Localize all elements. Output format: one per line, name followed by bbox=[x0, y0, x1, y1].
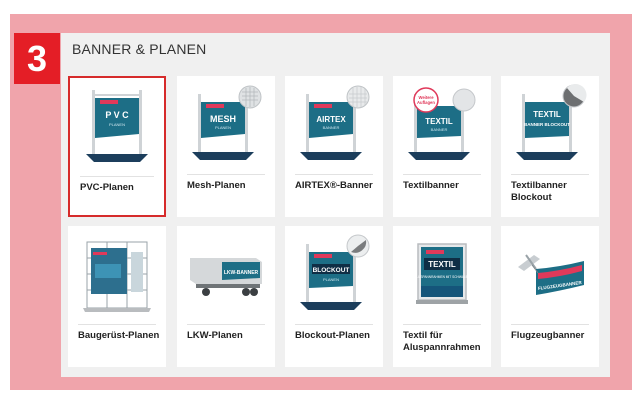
airtex-banner-image: AIRTEX BANNER bbox=[285, 76, 383, 171]
product-card-textil-aluspannrahmen[interactable]: TEXTIL ALUSPANNRAHMEN MIT SCHWALBE Texti… bbox=[393, 226, 491, 367]
product-label: Textil für Aluspannrahmen bbox=[403, 330, 481, 353]
product-label: AIRTEX®-Banner bbox=[295, 180, 373, 191]
svg-text:BLOCKOUT: BLOCKOUT bbox=[313, 267, 350, 274]
svg-text:PLANEN: PLANEN bbox=[215, 125, 231, 130]
mesh-banner-image: MESH PLANEN bbox=[177, 76, 275, 171]
card-divider bbox=[187, 324, 265, 325]
card-divider bbox=[511, 324, 589, 325]
step-number-badge: 3 bbox=[14, 33, 60, 84]
product-card-textilbanner[interactable]: TEXTIL BANNER Weitere Auflagen Textilban… bbox=[393, 76, 491, 217]
product-card-blockout-planen[interactable]: BLOCKOUT PLANEN Blockout-Planen bbox=[285, 226, 383, 367]
product-label: LKW-Planen bbox=[187, 330, 243, 341]
airplane-banner-image: FLUGZEUGBANNER bbox=[501, 226, 599, 321]
card-divider bbox=[187, 174, 265, 175]
product-card-baugeruest-planen[interactable]: Baugerüst-Planen bbox=[68, 226, 166, 367]
svg-text:BANNER: BANNER bbox=[323, 125, 340, 130]
textilbanner-blockout-image: TEXTIL BANNER BLOCKOUT bbox=[501, 76, 599, 171]
product-label: Mesh-Planen bbox=[187, 180, 246, 191]
aluspannrahmen-image: TEXTIL ALUSPANNRAHMEN MIT SCHWALBE bbox=[393, 226, 491, 321]
svg-text:LKW-BANNER: LKW-BANNER bbox=[224, 270, 259, 276]
product-label: Textilbanner bbox=[403, 180, 459, 191]
product-card-mesh-planen[interactable]: MESH PLANEN Mesh-Planen bbox=[177, 76, 275, 217]
card-divider bbox=[78, 324, 156, 325]
product-grid: P V C PLANEN PVC-Planen MESH PLANEN Mesh… bbox=[67, 75, 607, 375]
svg-text:ALUSPANNRAHMEN MIT SCHWALBE: ALUSPANNRAHMEN MIT SCHWALBE bbox=[414, 275, 470, 279]
product-card-lkw-planen[interactable]: LKW-BANNER LKW-Planen bbox=[177, 226, 275, 367]
card-divider bbox=[403, 324, 481, 325]
product-card-airtex-banner[interactable]: AIRTEX BANNER AIRTEX®-Banner bbox=[285, 76, 383, 217]
svg-text:PLANEN: PLANEN bbox=[109, 122, 125, 127]
banner-text: P V C bbox=[105, 110, 129, 120]
svg-text:PLANEN: PLANEN bbox=[323, 277, 339, 282]
card-divider bbox=[295, 174, 373, 175]
svg-text:MESH: MESH bbox=[210, 114, 236, 124]
card-divider bbox=[295, 324, 373, 325]
svg-text:BANNER BLOCKOUT: BANNER BLOCKOUT bbox=[524, 122, 570, 127]
product-label: Baugerüst-Planen bbox=[78, 330, 160, 341]
svg-text:TEXTIL: TEXTIL bbox=[425, 117, 453, 126]
product-label: Blockout-Planen bbox=[295, 330, 370, 341]
card-divider bbox=[403, 174, 481, 175]
svg-text:BANNER: BANNER bbox=[431, 127, 448, 132]
product-card-textilbanner-blockout[interactable]: TEXTIL BANNER BLOCKOUT Textilbanner Bloc… bbox=[501, 76, 599, 217]
textilbanner-image: TEXTIL BANNER Weitere Auflagen bbox=[393, 76, 491, 171]
scaffold-banner-image bbox=[68, 226, 166, 321]
product-card-flugzeugbanner[interactable]: FLUGZEUGBANNER Flugzeugbanner bbox=[501, 226, 599, 367]
product-label: PVC-Planen bbox=[80, 182, 134, 193]
card-divider bbox=[511, 174, 589, 175]
svg-text:TEXTIL: TEXTIL bbox=[533, 110, 561, 119]
svg-text:Auflagen: Auflagen bbox=[417, 100, 435, 105]
card-divider bbox=[80, 176, 154, 177]
pvc-banner-image: P V C PLANEN bbox=[70, 78, 164, 173]
blockout-banner-image: BLOCKOUT PLANEN bbox=[285, 226, 383, 321]
svg-text:AIRTEX: AIRTEX bbox=[316, 115, 346, 124]
section-title: BANNER & PLANEN bbox=[72, 41, 207, 57]
truck-banner-image: LKW-BANNER bbox=[177, 226, 275, 321]
svg-text:TEXTIL: TEXTIL bbox=[428, 260, 456, 269]
product-label: Textilbanner Blockout bbox=[511, 180, 567, 203]
product-label: Flugzeugbanner bbox=[511, 330, 585, 341]
product-card-pvc-planen[interactable]: P V C PLANEN PVC-Planen bbox=[68, 76, 166, 217]
